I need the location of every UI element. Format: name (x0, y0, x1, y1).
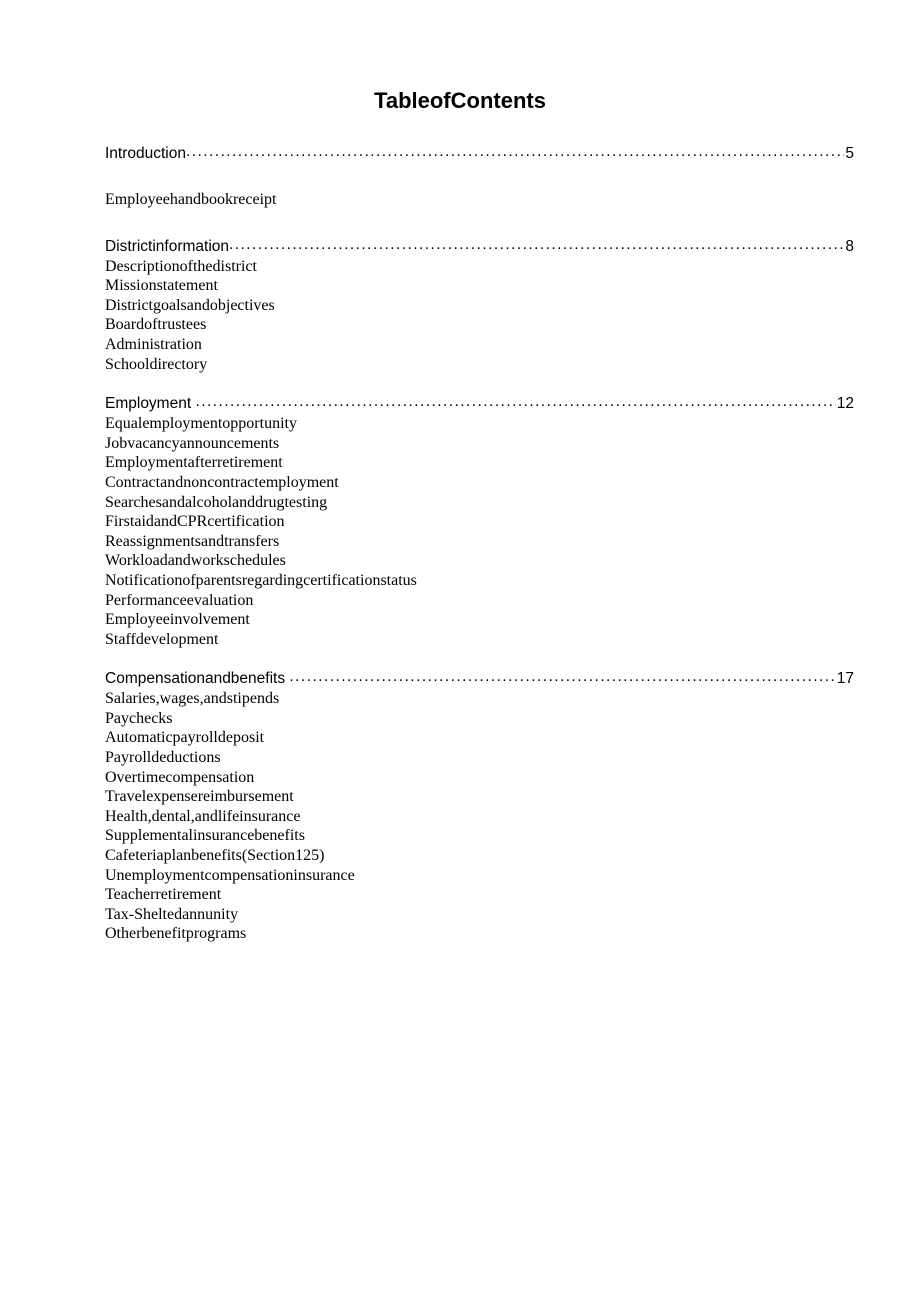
dot-leader (229, 237, 844, 251)
toc-entry-heading[interactable]: Employment 12 (105, 393, 854, 414)
toc-entry-heading[interactable]: Introduction 5 (105, 143, 854, 164)
dot-leader (289, 669, 835, 683)
toc-entry-title: Compensationandbenefits (105, 670, 286, 688)
toc-subitem[interactable]: Equalemploymentopportunity (105, 414, 854, 434)
toc-subitem[interactable]: Boardoftrustees (105, 315, 854, 335)
toc-subitem[interactable]: Employeeinvolvement (105, 610, 854, 630)
dot-leader (195, 394, 835, 408)
toc-section: Introduction 5 Employeehandbookreceipt (105, 143, 854, 210)
toc-subitem[interactable]: Searchesandalcoholanddrugtesting (105, 493, 854, 513)
toc-subitem[interactable]: Paychecks (105, 709, 854, 729)
toc-subitem[interactable]: Staffdevelopment (105, 630, 854, 650)
toc-subitem-list: Descriptionofthedistrict Missionstatement… (105, 257, 854, 375)
toc-subitem[interactable]: Reassignmentsandtransfers (105, 532, 854, 552)
toc-subitem[interactable]: Schooldirectory (105, 355, 854, 375)
toc-entry-page-number: 12 (836, 395, 854, 413)
toc-subitem[interactable]: Teacherretirement (105, 885, 854, 905)
toc-entry-heading[interactable]: Compensationandbenefits 17 (105, 668, 854, 689)
toc-subitem-list: Salaries,wages,andstipends Paychecks Autom… (105, 689, 854, 944)
toc-entry-heading[interactable]: Districtinformation 8 (105, 236, 854, 257)
toc-section: Districtinformation 8 Descriptionofthedist… (105, 236, 854, 375)
toc-subitem[interactable]: Districtgoalsandobjectives (105, 296, 854, 316)
toc-entry-title: Districtinformation (105, 237, 230, 255)
toc-subitem[interactable]: Automaticpayrolldeposit (105, 728, 854, 748)
toc-subitem[interactable]: Performanceevaluation (105, 591, 854, 611)
toc-subitem[interactable]: Administration (105, 335, 854, 355)
toc-subitem[interactable]: Otherbenefitprograms (105, 924, 854, 944)
toc-subitem[interactable]: Supplementalinsurancebenefits (105, 826, 854, 846)
toc-subitem[interactable]: Overtimecompensation (105, 768, 854, 788)
toc-subitem[interactable]: Missionstatement (105, 276, 854, 296)
toc-entry-page-number: 5 (845, 145, 854, 162)
toc-entry-page-number: 8 (845, 237, 854, 255)
toc-section: Compensationandbenefits 17Salaries,wages,… (105, 668, 854, 944)
toc-subitem[interactable]: Travelexpensereimbursement (105, 787, 854, 807)
toc-subitem[interactable]: Unemploymentcompensationinsurance (105, 866, 854, 886)
toc-subitem[interactable]: Contractandnoncontractemployment (105, 473, 854, 493)
toc-subitem[interactable]: Notificationofparentsregardingcertificat… (105, 571, 854, 591)
toc-subitem[interactable]: Jobvacancyannouncements (105, 434, 854, 454)
toc-subitem-list: Equalemploymentopportunity Jobvacancyanno… (105, 414, 854, 649)
toc-subitem[interactable]: Employeehandbookreceipt (105, 190, 854, 210)
toc-section: Employment 12EqualemploymentopportunityJo… (105, 393, 854, 649)
toc-subitem[interactable]: Workloadandworkschedules (105, 551, 854, 571)
toc-subitem[interactable]: Payrolldeductions (105, 748, 854, 768)
toc-subitem[interactable]: Descriptionofthedistrict (105, 257, 854, 277)
toc-subitem[interactable]: Salaries,wages,andstipends (105, 689, 854, 709)
table-of-contents: Introduction 5 Employeehandbookreceipt Dist… (105, 143, 854, 944)
toc-entry-title: Introduction (105, 145, 186, 162)
toc-entry-title: Employment (105, 395, 192, 413)
toc-subitem[interactable]: Employmentafterretirement (105, 453, 854, 473)
toc-subitem[interactable]: Tax-Sheltedannunity (105, 905, 854, 925)
toc-subitem[interactable]: FirstaidandCPRcertification (105, 512, 854, 532)
toc-entry-page-number: 17 (836, 670, 854, 688)
document-page: TableofContents Introduction 5 Employeehan… (0, 0, 920, 1301)
dot-leader (186, 144, 844, 158)
toc-subitem[interactable]: Cafeteriaplanbenefits(Section125) (105, 846, 854, 866)
toc-subitem-list: Employeehandbookreceipt (105, 190, 854, 210)
page-title: TableofContents (374, 88, 546, 113)
toc-subitem[interactable]: Health,dental,andlifeinsurance (105, 807, 854, 827)
